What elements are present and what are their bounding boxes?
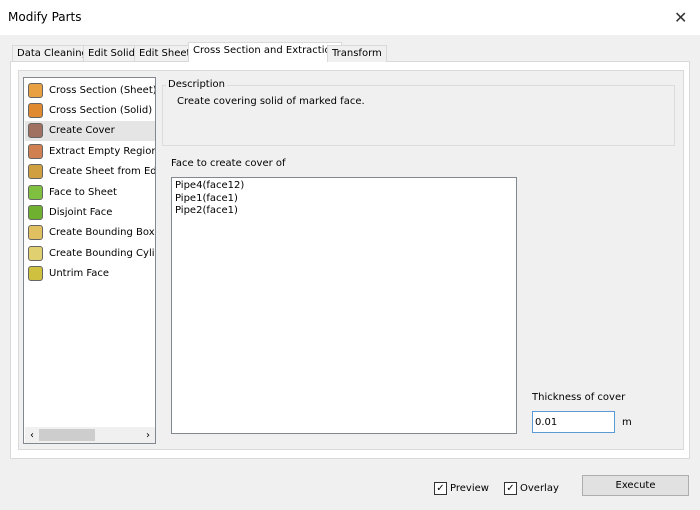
extract-empty-regions-icon — [25, 142, 45, 160]
checkmark-icon[interactable]: ✓ — [504, 482, 517, 495]
tab-data-cleaning[interactable]: Data Cleaning — [12, 45, 93, 62]
face-item[interactable]: Pipe4(face12) — [175, 180, 513, 193]
tool-label: Create Sheet from Edge — [49, 166, 156, 178]
horizontal-scrollbar[interactable]: ‹ › — [25, 427, 155, 443]
preview-checkbox[interactable]: ✓ Preview — [434, 482, 489, 495]
sheet-from-edge-icon — [25, 163, 45, 181]
tool-item[interactable]: Create Sheet from Edge — [25, 162, 155, 182]
tool-label: Cross Section (Sheet) — [49, 84, 156, 96]
tool-item[interactable]: Untrim Face — [25, 264, 155, 284]
tool-label: Untrim Face — [49, 268, 109, 280]
scrollbar-thumb[interactable] — [39, 429, 95, 441]
tab-transform[interactable]: Transform — [327, 45, 387, 62]
thickness-input[interactable] — [532, 411, 615, 433]
face-item[interactable]: Pipe1(face1) — [175, 193, 513, 206]
tool-label: Create Bounding Cylinde — [49, 247, 155, 259]
close-icon[interactable]: ✕ — [674, 8, 687, 27]
tool-item[interactable]: Face to Sheet — [25, 182, 155, 202]
tab-edit-sheet[interactable]: Edit Sheet — [134, 45, 196, 62]
preview-label: Preview — [450, 483, 489, 494]
title-bar — [0, 0, 700, 35]
scroll-right-icon[interactable]: › — [141, 430, 155, 441]
description-text: Create covering solid of marked face. — [177, 96, 365, 107]
tool-list[interactable]: Cross Section (Sheet) Cross Section (Soli… — [23, 77, 156, 444]
cross-section-solid-icon — [25, 101, 45, 119]
tool-label: Create Cover — [49, 125, 115, 137]
face-item[interactable]: Pipe2(face1) — [175, 205, 513, 218]
tool-label: Face to Sheet — [49, 186, 117, 198]
description-label: Description — [166, 79, 227, 90]
execute-button[interactable]: Execute — [582, 475, 689, 496]
tool-label: Cross Section (Solid) — [49, 104, 153, 116]
tool-label: Disjoint Face — [49, 206, 113, 218]
tool-item[interactable]: Extract Empty Regions o — [25, 141, 155, 161]
tool-item[interactable]: Cross Section (Sheet) — [25, 80, 155, 100]
tab-cross-section-and-extraction[interactable]: Cross Section and Extraction — [188, 42, 342, 62]
checkmark-icon[interactable]: ✓ — [434, 482, 447, 495]
overlay-checkbox[interactable]: ✓ Overlay — [504, 482, 559, 495]
tool-item[interactable]: Create Cover — [25, 120, 155, 141]
tool-label: Create Bounding Box (A — [49, 227, 155, 239]
tool-item[interactable]: Create Bounding Cylinde — [25, 243, 155, 263]
window-title: Modify Parts — [8, 10, 82, 24]
cross-section-sheet-icon — [25, 81, 45, 99]
tool-item[interactable]: Create Bounding Box (A — [25, 223, 155, 243]
tool-item[interactable]: Disjoint Face — [25, 202, 155, 222]
scroll-left-icon[interactable]: ‹ — [25, 430, 39, 441]
tab-edit-solid[interactable]: Edit Solid — [83, 45, 140, 62]
description-group — [162, 85, 675, 146]
thickness-unit: m — [622, 417, 632, 428]
untrim-face-icon — [25, 265, 45, 283]
faces-list[interactable]: Pipe4(face12) Pipe1(face1) Pipe2(face1) — [171, 177, 517, 434]
bounding-box-icon — [25, 224, 45, 242]
tool-item[interactable]: Cross Section (Solid) — [25, 100, 155, 120]
overlay-label: Overlay — [520, 483, 559, 494]
face-to-sheet-icon — [25, 183, 45, 201]
disjoint-face-icon — [25, 203, 45, 221]
thickness-label: Thickness of cover — [532, 392, 626, 403]
create-cover-icon — [25, 122, 45, 140]
tool-label: Extract Empty Regions o — [49, 145, 155, 157]
faces-label: Face to create cover of — [171, 158, 286, 169]
bounding-cylinder-icon — [25, 244, 45, 262]
